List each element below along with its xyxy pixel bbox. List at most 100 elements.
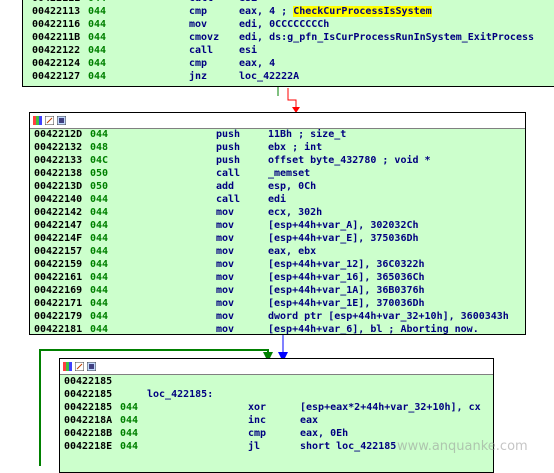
code-block-3[interactable]: 00422185 00422185 loc_422185: 00422185 044 xo…: [59, 358, 494, 473]
line-address[interactable]: 0042218A: [64, 415, 112, 427]
line-address[interactable]: 00422116: [32, 19, 80, 31]
code-block-2[interactable]: 0042212D 044 push 11Bh ; size_t 00422132 048 p…: [29, 112, 526, 335]
mnemonic: call: [216, 168, 241, 179]
code-line[interactable]: 00422116 044 mov edi, 0CCCCCCCCh: [23, 19, 554, 31]
line-address[interactable]: 00422111: [32, 0, 80, 5]
code-line[interactable]: 0042213D 050 add esp, 0Ch: [30, 181, 525, 193]
code-line[interactable]: 00422124 044 cmp eax, 4: [23, 58, 554, 70]
line-address[interactable]: 00422142: [34, 207, 82, 219]
mnemonic: add: [216, 181, 235, 192]
code-line[interactable]: 00422113 044 cmp eax, 4 ; CheckCurProcessIs…: [23, 6, 554, 18]
stack-pointer: 050: [90, 181, 109, 192]
code-line[interactable]: 00422132 048 push ebx ; int: [30, 142, 525, 154]
line-address[interactable]: 00422133: [34, 155, 82, 167]
line-address[interactable]: 00422140: [34, 194, 82, 206]
line-address[interactable]: 00422181: [34, 324, 82, 334]
line-address[interactable]: 00422127: [32, 71, 80, 83]
code-line[interactable]: 00422133 04C push offset byte_432780 ; void…: [30, 155, 525, 167]
code-line[interactable]: 00422122 044 call esi: [23, 45, 554, 57]
line-address[interactable]: 00422147: [34, 220, 82, 232]
line-address[interactable]: 00422179: [34, 311, 82, 323]
code-line[interactable]: 00422147 044 mov [esp+44h+var_A], 302032Ch: [30, 220, 525, 232]
line-address[interactable]: 00422185: [64, 389, 112, 401]
line-address[interactable]: 00422124: [32, 58, 80, 70]
line-address[interactable]: 0042218E: [64, 441, 112, 453]
code-line[interactable]: 00422185 044 xor [esp+eax*2+44h+var_32+10h]…: [60, 402, 493, 414]
line-address[interactable]: 00422132: [34, 142, 82, 154]
code-line[interactable]: 0042212D 044 push 11Bh ; size_t: [30, 129, 525, 141]
mnemonic: mov: [216, 298, 235, 309]
stack-pointer: 044: [88, 32, 107, 43]
graph-view-icon[interactable]: [87, 362, 96, 371]
code-line[interactable]: 0042218A 044 inc eax: [60, 415, 493, 427]
watermark-text: www.anquanke.com: [397, 439, 528, 454]
code-line[interactable]: 00422140 044 call edi: [30, 194, 525, 206]
operand: edi, ds:g_pfn_IsCurProcessRunInSystem_Ex…: [239, 32, 535, 43]
line-address[interactable]: 00422113: [32, 6, 80, 18]
graph-view-icon[interactable]: [57, 116, 66, 125]
code-line[interactable]: 00422159 044 mov [esp+44h+var_12], 36C0322h: [30, 259, 525, 271]
stack-pointer: 044: [88, 71, 107, 82]
line-address[interactable]: 0042218B: [64, 428, 112, 440]
line-address[interactable]: 00422138: [34, 168, 82, 180]
mnemonic: mov: [189, 19, 208, 30]
mnemonic: mov: [216, 311, 235, 322]
stack-pointer: 044: [90, 259, 109, 270]
mnemonic: push: [216, 155, 241, 166]
code-line[interactable]: 00422179 044 mov dword ptr [esp+44h+var_32+…: [30, 311, 525, 323]
code-line[interactable]: 0042211B 044 cmovz edi, ds:g_pfn_IsCurProce…: [23, 32, 554, 44]
code-line[interactable]: 00422111 044 call esi: [23, 0, 554, 5]
line-address[interactable]: 0042212D: [34, 129, 82, 141]
line-address[interactable]: 00422171: [34, 298, 82, 310]
mnemonic: inc: [248, 415, 267, 426]
mnemonic: call: [189, 45, 214, 56]
mnemonic: mov: [216, 233, 235, 244]
line-address[interactable]: 00422185: [64, 376, 112, 388]
code-line[interactable]: 00422127 044 jnz loc_42222A: [23, 71, 554, 83]
code-line[interactable]: 0042214F 044 mov [esp+44h+var_E], 375036Dh: [30, 233, 525, 245]
graph-edit-icon[interactable]: [75, 362, 84, 371]
operand: eax, 4 ; CheckCurProcessIsSystem: [239, 6, 432, 17]
code-line[interactable]: 00422171 044 mov [esp+44h+var_1E], 370036Dh: [30, 298, 525, 310]
stack-pointer: 044: [88, 45, 107, 56]
operand: esi: [239, 0, 257, 5]
block3-titlebar: [60, 359, 493, 375]
code-line[interactable]: 00422185 loc_422185:: [60, 389, 493, 401]
line-address[interactable]: 0042213D: [34, 181, 82, 193]
line-address[interactable]: 00422185: [64, 402, 112, 414]
line-address[interactable]: 00422161: [34, 272, 82, 284]
line-address[interactable]: 00422169: [34, 285, 82, 297]
operand: [esp+44h+var_A], 302032Ch: [268, 220, 419, 231]
mnemonic: mov: [216, 259, 235, 270]
code-line[interactable]: 00422185: [60, 376, 493, 388]
mnemonic: mov: [216, 324, 235, 335]
operand: [esp+44h+var_1A], 36B0376h: [268, 285, 425, 296]
code-line[interactable]: 00422161 044 mov [esp+44h+var_16], 365036Ch: [30, 272, 525, 284]
operand: eax, ebx: [268, 246, 317, 257]
stack-pointer: 044: [90, 207, 109, 218]
mnemonic: mov: [216, 207, 235, 218]
graph-edit-icon[interactable]: [45, 116, 54, 125]
mnemonic: push: [216, 142, 241, 153]
stack-pointer: 04C: [90, 155, 109, 166]
code-line[interactable]: 00422157 044 mov eax, ebx: [30, 246, 525, 258]
mnemonic: push: [216, 129, 241, 140]
mnemonic: mov: [216, 246, 235, 257]
line-address[interactable]: 00422122: [32, 45, 80, 57]
code-line[interactable]: 00422181 044 mov [esp+44h+var_6], bl ; Abor…: [30, 324, 525, 335]
code-line[interactable]: 00422142 044 mov ecx, 302h: [30, 207, 525, 219]
line-address[interactable]: 00422159: [34, 259, 82, 271]
mnemonic: cmovz: [189, 32, 220, 43]
code-block-1[interactable]: 00422111 044 call esi 00422113 044 cmp eax, 4 ;…: [22, 0, 554, 87]
line-address[interactable]: 00422157: [34, 246, 82, 258]
code-line[interactable]: 00422169 044 mov [esp+44h+var_1A], 36B0376h: [30, 285, 525, 297]
code-line[interactable]: 00422138 050 call _memset: [30, 168, 525, 180]
graph-color-icon[interactable]: [63, 362, 72, 371]
location-label: loc_422185:: [147, 389, 214, 400]
operand: esp, 0Ch: [268, 181, 317, 192]
line-address[interactable]: 0042214F: [34, 233, 82, 245]
stack-pointer: 044: [120, 428, 139, 439]
graph-color-icon[interactable]: [33, 116, 42, 125]
line-address[interactable]: 0042211B: [32, 32, 80, 44]
operand: edi, 0CCCCCCCCh: [239, 19, 330, 30]
